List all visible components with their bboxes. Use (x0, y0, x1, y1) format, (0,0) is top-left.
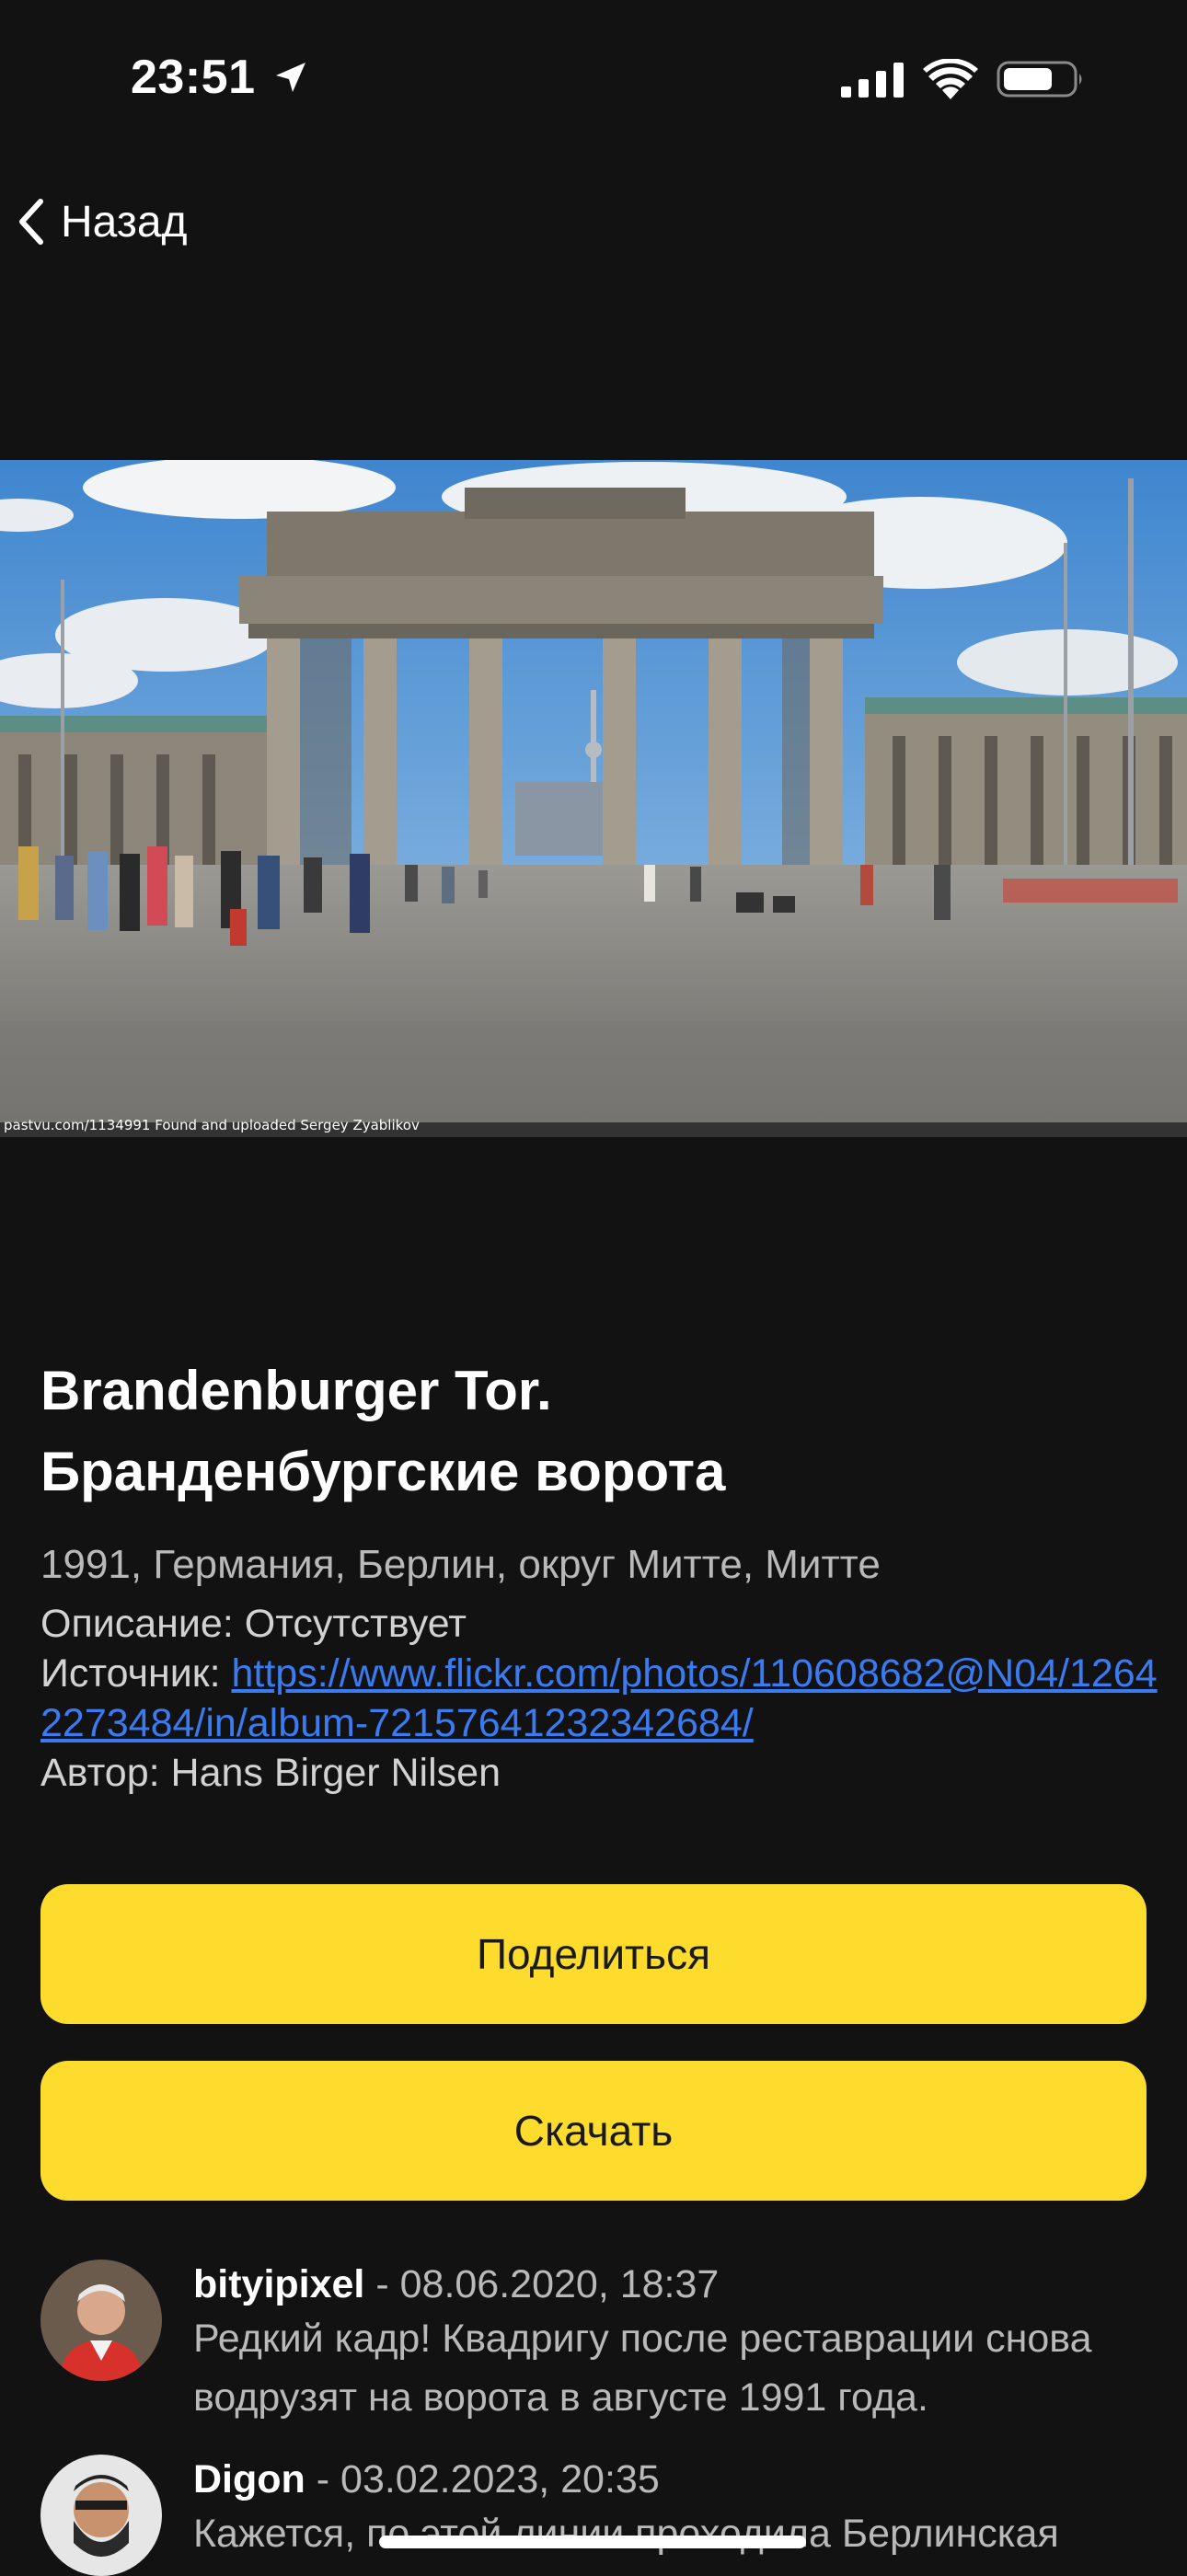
download-button[interactable]: Скачать (40, 2061, 1147, 2201)
comment-date: 03.02.2023, 20:35 (340, 2457, 660, 2501)
status-time: 23:51 (131, 51, 256, 104)
source-label: Источник: (40, 1651, 232, 1696)
avatar[interactable] (40, 2260, 162, 2381)
comment-text: Редкий кадр! Квадригу после реставрации … (193, 2317, 1092, 2420)
description-label: Описание: (40, 1602, 245, 1646)
battery-icon (997, 61, 1082, 98)
author-row: Автор: Hans Birger Nilsen (40, 1748, 1163, 1798)
avatar[interactable] (40, 2455, 162, 2576)
back-label: Назад (61, 197, 188, 247)
share-button[interactable]: Поделиться (40, 1884, 1147, 2024)
photo-subtitle: 1991, Германия, Берлин, округ Митте, Мит… (40, 1542, 881, 1587)
description-value: Отсутствует (244, 1602, 467, 1646)
description-row: Описание: Отсутствует (40, 1599, 1163, 1649)
avatar-image (40, 2260, 162, 2381)
wifi-icon (923, 59, 978, 99)
comment-date: 08.06.2020, 18:37 (399, 2262, 720, 2306)
comment-item: Digon - 03.02.2023, 20:35 Кажется, по эт… (40, 2455, 1163, 2576)
comment-header: Digon - 03.02.2023, 20:35 (193, 2455, 1169, 2504)
chevron-left-icon (19, 199, 43, 245)
comment-header: bityipixel - 08.06.2020, 18:37 (193, 2260, 1169, 2309)
photo[interactable]: pastvu.com/1134991 Found and uploaded Se… (0, 460, 1187, 1137)
comment-separator: - (305, 2457, 341, 2501)
comment-author[interactable]: bityipixel (193, 2262, 364, 2306)
home-indicator[interactable] (379, 2536, 806, 2548)
avatar-image (40, 2455, 162, 2576)
author-value: Hans Birger Nilsen (170, 1751, 501, 1795)
title-line-1: Brandenburger Tor. (40, 1360, 552, 1421)
brandenburg-gate-photo (0, 460, 1187, 1137)
location-arrow-icon (276, 63, 305, 92)
photo-watermark: pastvu.com/1134991 Found and uploaded Se… (4, 1117, 420, 1133)
page-title: Brandenburger Tor. Бранденбургские ворот… (40, 1351, 1145, 1512)
photo-meta: Описание: Отсутствует Источник: https://… (40, 1599, 1163, 1798)
title-line-2: Бранденбургские ворота (40, 1441, 726, 1502)
comment-body: bityipixel - 08.06.2020, 18:37 Редкий ка… (193, 2260, 1169, 2427)
comment-author[interactable]: Digon (193, 2457, 305, 2501)
comment-separator: - (364, 2262, 400, 2306)
back-button[interactable]: Назад (15, 190, 188, 254)
status-bar: 23:51 (0, 0, 1187, 156)
comment-text: Кажется, по этой линии проходила Берлинс… (193, 2512, 1059, 2556)
cellular-signal-icon (841, 63, 904, 98)
comment-item: bityipixel - 08.06.2020, 18:37 Редкий ка… (40, 2260, 1163, 2420)
source-row: Источник: https://www.flickr.com/photos/… (40, 1649, 1163, 1748)
author-label: Автор: (40, 1751, 171, 1795)
